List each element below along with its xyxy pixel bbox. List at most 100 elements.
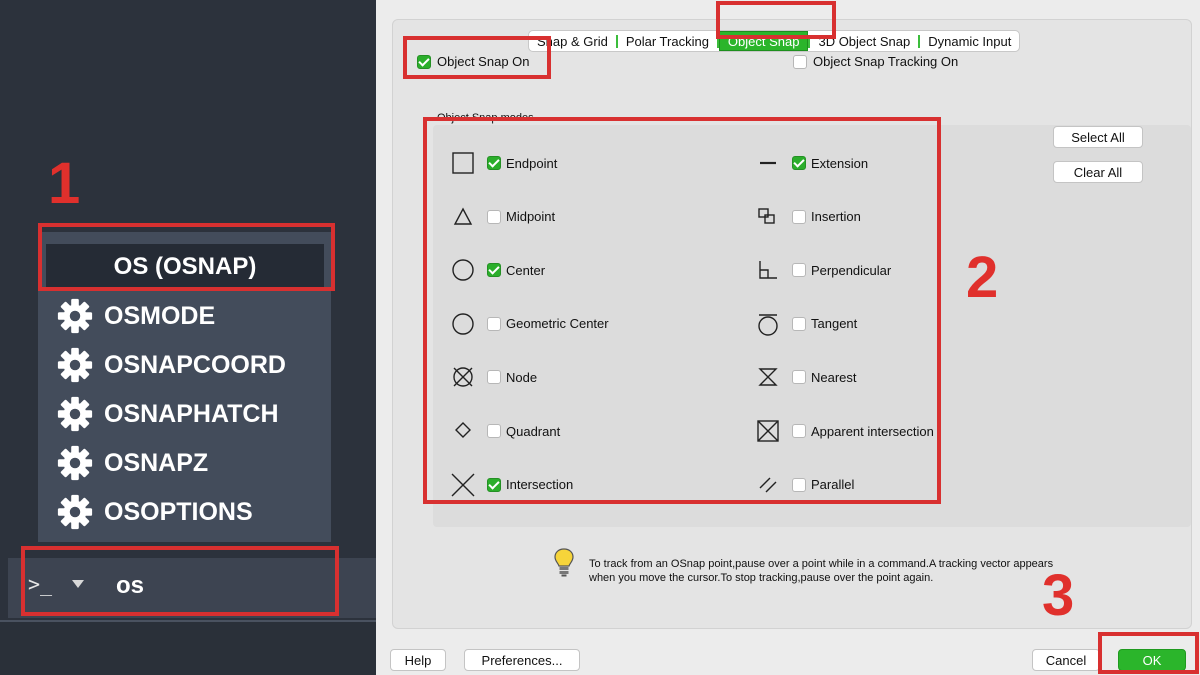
status-bar-area [0, 620, 376, 675]
step-number-2: 2 [966, 245, 999, 310]
snap-mode-label: Perpendicular [811, 262, 892, 278]
snap-mode-label: Insertion [811, 209, 861, 225]
snap-mode-label: Endpoint [506, 155, 558, 171]
snap-mode-option[interactable]: Parallel [754, 471, 854, 499]
select-all-button[interactable]: Select All [1053, 126, 1143, 148]
snap-mode-option[interactable]: Intersection [449, 471, 573, 499]
autocomplete-item[interactable]: OSOPTIONS [56, 490, 253, 534]
snap-mode-label: Extension [811, 155, 869, 171]
tab-3d-object-snap[interactable]: 3D Object Snap [810, 31, 918, 51]
autocomplete-list: OS (OSNAP) OSMODE OSNAPCOORD OSNAPHATCH OSN… [38, 232, 331, 542]
snap-mode-checkbox[interactable] [792, 424, 806, 438]
tab-bar: Snap & Grid Polar Tracking Object Snap 3D O… [528, 30, 1021, 52]
clear-all-button[interactable]: Clear All [1053, 161, 1143, 183]
snap-mode-checkbox[interactable] [487, 263, 501, 278]
step-number-3: 3 [1042, 563, 1075, 628]
snap-mode-label: Node [506, 369, 538, 385]
snap-mode-checkbox[interactable] [792, 370, 806, 385]
snap-mode-checkbox[interactable] [487, 370, 501, 385]
ok-button[interactable]: OK [1118, 649, 1186, 671]
autocomplete-item-label: OSNAPCOORD [104, 350, 286, 379]
drafting-settings-dialog: Snap & Grid Polar Tracking Object Snap 3D O… [376, 0, 1200, 675]
object-snap-on-option[interactable]: Object Snap On [417, 54, 530, 69]
quadrant-icon [449, 417, 477, 445]
autocomplete-item[interactable]: OSNAPZ [56, 441, 208, 485]
snap-mode-checkbox[interactable] [792, 316, 806, 331]
snap-mode-option[interactable]: Perpendicular [754, 256, 891, 284]
command-prompt-icon: >_ [28, 572, 53, 596]
object-snap-on-label: Object Snap On [437, 54, 530, 69]
object-snap-tracking-option[interactable]: Object Snap Tracking On [793, 54, 958, 69]
geometric-center-icon [449, 310, 477, 338]
autocomplete-item-label: OSMODE [104, 301, 216, 330]
tab-dynamic-input[interactable]: Dynamic Input [920, 31, 1019, 51]
snap-mode-option[interactable]: Nearest [754, 363, 857, 391]
gear-icon [56, 493, 94, 531]
nearest-icon [754, 363, 782, 391]
snap-mode-option[interactable]: Node [449, 363, 537, 391]
autocomplete-item-label: OSNAPHATCH [104, 399, 279, 428]
snap-mode-option[interactable]: Quadrant [449, 417, 560, 445]
snap-modes-heading: Object Snap modes [437, 112, 534, 124]
snap-mode-checkbox[interactable] [792, 209, 806, 224]
snap-mode-checkbox[interactable] [487, 424, 501, 438]
snap-modes-panel: Endpoint Midpoint Center Geometric Center No… [433, 125, 1191, 527]
autocomplete-item[interactable]: OSNAPCOORD [56, 343, 286, 387]
autocomplete-item[interactable]: OSNAPHATCH [56, 392, 279, 436]
snap-mode-option[interactable]: Tangent [754, 310, 857, 338]
snap-mode-checkbox[interactable] [487, 316, 501, 331]
intersection-icon [449, 471, 477, 499]
snap-mode-checkbox[interactable] [487, 156, 501, 170]
midpoint-icon [449, 203, 477, 231]
tab-polar-tracking[interactable]: Polar Tracking [618, 31, 717, 51]
snap-mode-option[interactable]: Midpoint [449, 203, 555, 231]
snap-mode-option[interactable]: Apparent intersection [754, 417, 934, 445]
autocomplete-item[interactable]: OSMODE [56, 294, 215, 338]
snap-mode-checkbox[interactable] [487, 209, 501, 224]
help-button[interactable]: Help [390, 649, 446, 671]
tracking-tip: To track from an OSnap point,pause over … [553, 547, 1069, 585]
apparent-intersection-icon [754, 417, 782, 445]
insertion-icon [754, 203, 782, 231]
snap-mode-option[interactable]: Insertion [754, 203, 861, 231]
snap-mode-option[interactable]: Geometric Center [449, 310, 609, 338]
snap-mode-label: Nearest [811, 369, 857, 385]
perpendicular-icon [754, 256, 782, 284]
tip-text: To track from an OSnap point,pause over … [589, 558, 1054, 584]
snap-mode-label: Parallel [811, 477, 855, 493]
gear-icon [56, 395, 94, 433]
object-snap-tracking-checkbox[interactable] [793, 54, 807, 69]
snap-mode-label: Geometric Center [506, 316, 609, 332]
command-line-panel: OS (OSNAP) OSMODE OSNAPCOORD OSNAPHATCH OSN… [0, 0, 376, 675]
autocomplete-item-label: OSNAPZ [104, 448, 209, 477]
snap-mode-checkbox[interactable] [792, 156, 806, 170]
lightbulb-icon [554, 548, 574, 577]
gear-icon [56, 346, 94, 384]
command-input-bar[interactable]: >_ os [8, 558, 376, 618]
snap-mode-checkbox[interactable] [792, 263, 806, 278]
snap-mode-checkbox[interactable] [792, 477, 806, 492]
autocomplete-selected-item[interactable]: OS (OSNAP) [46, 244, 324, 290]
tangent-icon [754, 310, 782, 338]
snap-mode-label: Quadrant [506, 423, 561, 439]
autocomplete-item-label: OSOPTIONS [104, 497, 253, 526]
preferences-button[interactable]: Preferences... [464, 649, 580, 671]
snap-mode-checkbox[interactable] [487, 477, 501, 492]
cancel-button[interactable]: Cancel [1032, 649, 1100, 671]
chevron-down-icon[interactable] [72, 580, 84, 588]
tab-object-snap[interactable]: Object Snap [718, 31, 809, 51]
gear-icon [56, 444, 94, 482]
command-input-text[interactable]: os [116, 572, 144, 600]
snap-mode-label: Midpoint [506, 209, 556, 225]
snap-mode-option[interactable]: Endpoint [449, 149, 557, 177]
extension-icon [754, 149, 782, 177]
tab-snap-grid[interactable]: Snap & Grid [529, 31, 616, 51]
object-snap-on-checkbox[interactable] [417, 54, 431, 69]
snap-mode-option[interactable]: Center [449, 256, 545, 284]
node-icon [449, 363, 477, 391]
center-icon [449, 256, 477, 284]
snap-mode-option[interactable]: Extension [754, 149, 868, 177]
snap-mode-label: Apparent intersection [811, 423, 934, 439]
snap-mode-label: Center [506, 262, 546, 278]
snap-mode-label: Tangent [811, 316, 858, 332]
